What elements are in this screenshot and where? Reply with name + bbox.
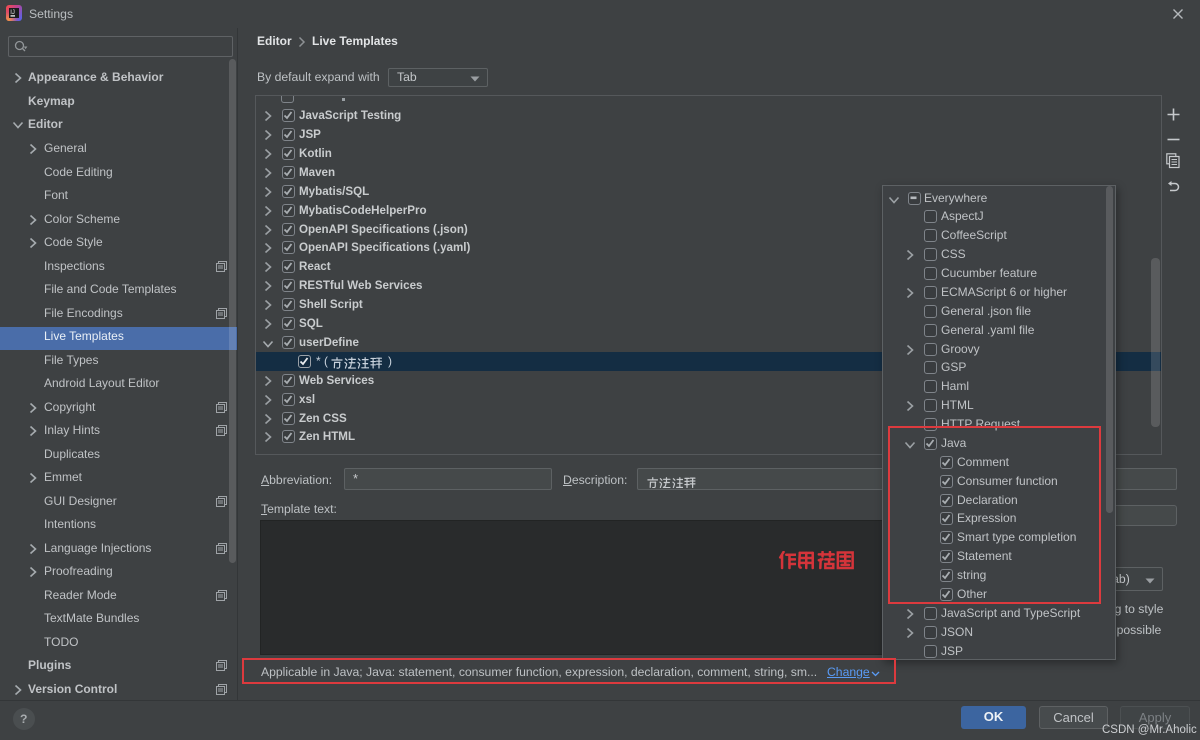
svg-text:IJ: IJ [10,10,15,16]
